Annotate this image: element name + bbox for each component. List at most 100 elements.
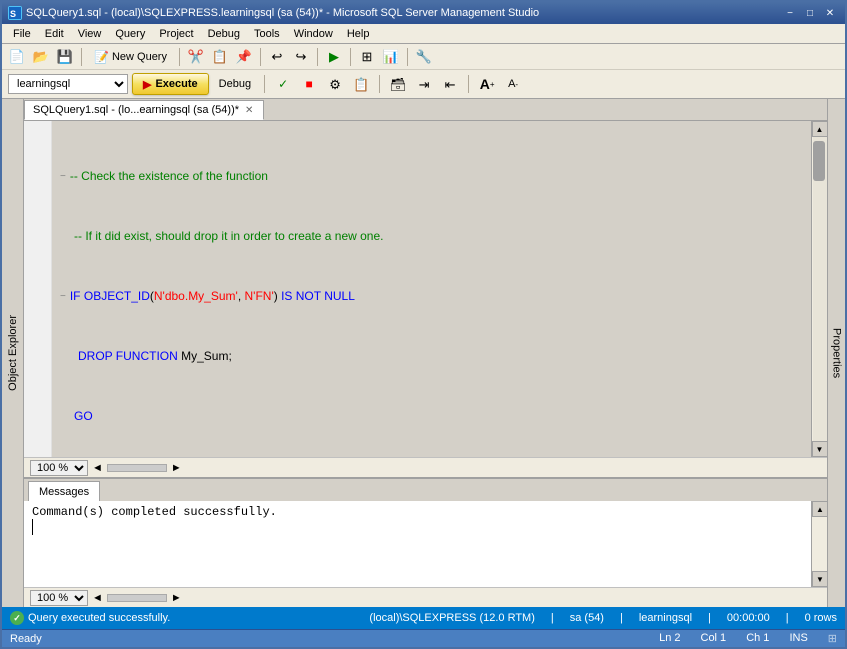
msg-zoom-arrow-left[interactable]: ◄ — [92, 592, 103, 604]
line-num-16 — [26, 395, 49, 413]
outdent-button[interactable]: ⇤ — [439, 73, 461, 95]
stop-button[interactable]: ■ — [298, 73, 320, 95]
line-num-3 — [26, 161, 49, 179]
separator2 — [179, 48, 180, 66]
paste-button[interactable]: 📌 — [233, 46, 255, 68]
tab-bar: SQLQuery1.sql - (lo...earningsql (sa (54… — [24, 99, 827, 121]
scroll-down-button[interactable]: ▼ — [812, 441, 828, 457]
status-separator2: | — [620, 612, 623, 624]
tab-close-button[interactable]: ✕ — [243, 105, 255, 116]
line-num-15 — [26, 377, 49, 395]
line-num-5 — [26, 197, 49, 215]
line-num-4 — [26, 179, 49, 197]
msg-zoom-indicator — [107, 594, 167, 602]
undo-button[interactable]: ↩ — [266, 46, 288, 68]
extra1-button[interactable]: 🔧 — [413, 46, 435, 68]
messages-content: Command(s) completed successfully. — [24, 501, 811, 587]
menu-window[interactable]: Window — [287, 24, 340, 43]
editor-scrollbar[interactable]: ▲ ▼ — [811, 121, 827, 457]
status-separator3: | — [708, 612, 711, 624]
results-button[interactable]: 📋 — [350, 73, 372, 95]
menu-bar: File Edit View Query Project Debug Tools… — [2, 24, 845, 44]
editor-zoom-bar: 100 % ◄ ► — [24, 457, 827, 477]
menu-view[interactable]: View — [71, 24, 109, 43]
editor-tab[interactable]: SQLQuery1.sql - (lo...earningsql (sa (54… — [24, 100, 264, 120]
indent-button[interactable]: ⇥ — [413, 73, 435, 95]
msg-zoom-arrow-right[interactable]: ► — [171, 592, 182, 604]
new-query-button[interactable]: 📝 New Query — [87, 46, 174, 68]
left-sidebar: Object Explorer — [2, 99, 24, 607]
right-sidebar: Properties — [827, 99, 845, 607]
menu-project[interactable]: Project — [152, 24, 200, 43]
messages-scrollbar[interactable]: ▲ ▼ — [811, 501, 827, 587]
database-dropdown[interactable]: learningsql — [8, 74, 128, 94]
menu-file[interactable]: File — [6, 24, 38, 43]
separator8 — [379, 75, 380, 93]
menu-help[interactable]: Help — [340, 24, 377, 43]
status-separator1: | — [551, 612, 554, 624]
line-num-18 — [26, 431, 49, 449]
menu-edit[interactable]: Edit — [38, 24, 71, 43]
properties-label: Properties — [831, 328, 843, 378]
parse-button[interactable]: ⚙ — [324, 73, 346, 95]
menu-debug[interactable]: Debug — [201, 24, 247, 43]
code-line-1: − -- Check the existence of the function — [60, 167, 803, 185]
code-line-4: DROP FUNCTION My_Sum; — [60, 347, 803, 365]
zoom-arrow-right[interactable]: ► — [171, 462, 182, 474]
check-button[interactable]: ✓ — [272, 73, 294, 95]
messages-tab[interactable]: Messages — [28, 481, 100, 501]
maximize-button[interactable]: □ — [801, 5, 819, 21]
collapse-1[interactable]: − — [60, 171, 66, 182]
object-button[interactable]: 🗃 — [387, 73, 409, 95]
code-editor[interactable]: − -- Check the existence of the function… — [52, 121, 811, 457]
menu-query[interactable]: Query — [108, 24, 152, 43]
line-num-19 — [26, 449, 49, 457]
font-smaller-button[interactable]: A- — [502, 73, 524, 95]
ready-label: Ready — [10, 633, 42, 645]
resize-grip[interactable]: ⊞ — [828, 632, 837, 645]
open-button[interactable]: 📂 — [30, 46, 52, 68]
col-label: Col 1 — [701, 632, 727, 645]
save-button[interactable]: 💾 — [54, 46, 76, 68]
minimize-button[interactable]: − — [781, 5, 799, 21]
messages-text: Command(s) completed successfully. — [32, 505, 803, 519]
status-server: (local)\SQLEXPRESS (12.0 RTM) — [369, 612, 534, 624]
messages-zoom-select[interactable]: 100 % — [30, 590, 88, 606]
new-file-button[interactable]: 📄 — [6, 46, 28, 68]
zoom-indicator — [107, 464, 167, 472]
separator7 — [264, 75, 265, 93]
code-line-5: GO — [60, 407, 803, 425]
toolbar-row2: learningsql ▶ Execute Debug ✓ ■ ⚙ 📋 🗃 ⇥ … — [2, 70, 845, 98]
zoom-arrow-left[interactable]: ◄ — [92, 462, 103, 474]
line-numbers — [24, 121, 52, 457]
messages-tab-bar: Messages — [24, 479, 827, 501]
copy-button[interactable]: 📋 — [209, 46, 231, 68]
grid-button[interactable]: ⊞ — [356, 46, 378, 68]
cut-button[interactable]: ✂️ — [185, 46, 207, 68]
status-separator4: | — [786, 612, 789, 624]
font-larger-button[interactable]: A+ — [476, 73, 498, 95]
scroll-thumb[interactable] — [813, 141, 825, 181]
scroll-up-button[interactable]: ▲ — [812, 121, 828, 137]
execute-button[interactable]: ▶ Execute — [132, 73, 209, 95]
execute-icon: ▶ — [143, 78, 151, 91]
line-num-10 — [26, 287, 49, 305]
msg-scroll-down[interactable]: ▼ — [812, 571, 827, 587]
tab-label: SQLQuery1.sql - (lo...earningsql (sa (54… — [33, 104, 239, 116]
close-button[interactable]: ✕ — [821, 5, 839, 21]
redo-button[interactable]: ↪ — [290, 46, 312, 68]
line-num-12 — [26, 323, 49, 341]
menu-tools[interactable]: Tools — [247, 24, 287, 43]
chart-button[interactable]: 📊 — [380, 46, 402, 68]
line-label: Ln 2 — [659, 632, 680, 645]
run-button[interactable]: ▶ — [323, 46, 345, 68]
code-text-2: -- If it did exist, should drop it in or… — [74, 229, 384, 243]
code-line-3: − IF OBJECT_ID ( N'dbo.My_Sum' , N'FN' )… — [60, 287, 803, 305]
msg-scroll-up[interactable]: ▲ — [812, 501, 827, 517]
zoom-select[interactable]: 100 % — [30, 460, 88, 476]
object-explorer-label: Object Explorer — [7, 315, 19, 391]
debug-button[interactable]: Debug — [213, 76, 257, 92]
line-num-7 — [26, 233, 49, 251]
line-num-2 — [26, 143, 49, 161]
line-num-8 — [26, 251, 49, 269]
